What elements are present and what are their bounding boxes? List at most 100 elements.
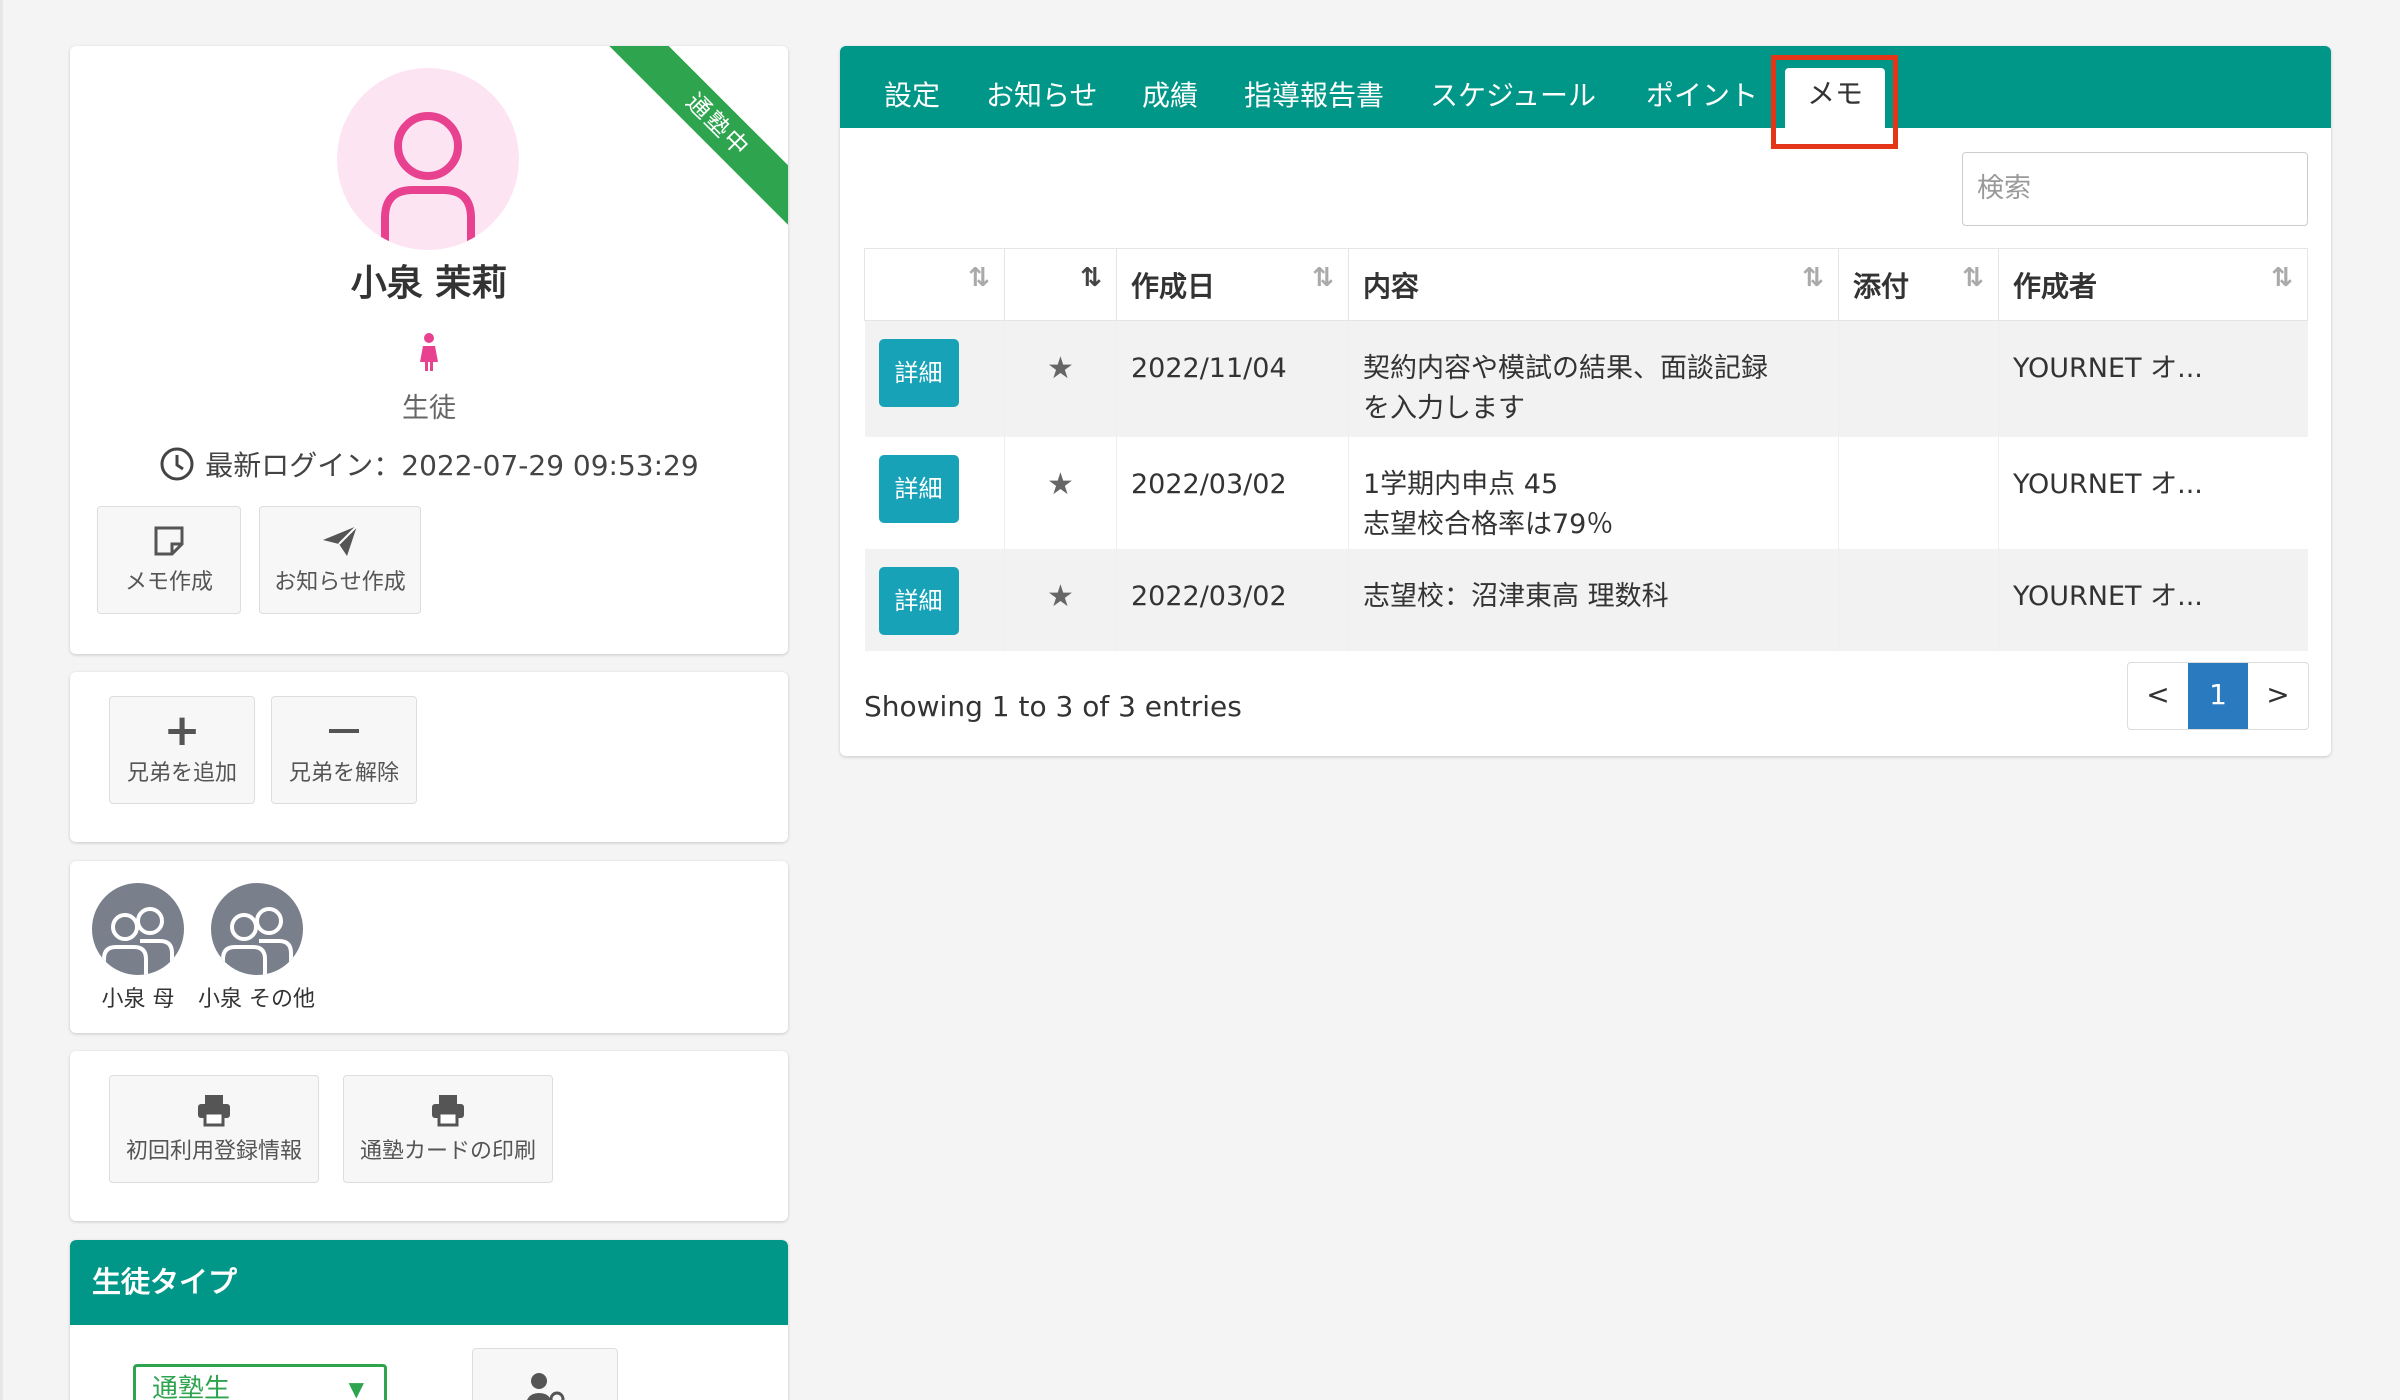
tab-schedule[interactable]: スケジュール	[1430, 76, 1596, 128]
attachment-cell	[1838, 436, 1999, 549]
remove-sibling-label: 兄弟を解除	[288, 761, 399, 786]
pagination: < 1 >	[2127, 662, 2309, 730]
printer-icon	[198, 1095, 230, 1127]
detail-button[interactable]: 詳細	[878, 339, 959, 407]
family-member-name: 小泉 その他	[198, 987, 315, 1012]
create-memo-button[interactable]: メモ作成	[97, 506, 241, 614]
status-ribbon-wrap: 通塾中	[598, 46, 788, 236]
student-name: 小泉 茉莉	[350, 263, 508, 304]
author-cell: YOURNET オ...	[1998, 436, 2308, 549]
prev-page-button[interactable]: <	[2128, 663, 2188, 729]
add-sibling-button[interactable]: + 兄弟を追加	[109, 696, 255, 804]
table-row: 詳細 ★ 2022/11/04 契約内容や模試の結果、面談記録 を入力します YO…	[864, 320, 2308, 437]
column-header-date-label: 作成日	[1131, 269, 1216, 303]
plus-icon: +	[163, 705, 201, 756]
print-card-label: 通塾カードの印刷	[359, 1139, 536, 1164]
note-icon	[154, 526, 184, 556]
female-icon	[417, 332, 441, 376]
avatar	[337, 68, 519, 250]
column-header-author-label: 作成者	[2013, 269, 2098, 303]
tab-notices[interactable]: お知らせ	[986, 76, 1097, 128]
star-cell: ★	[1004, 548, 1117, 651]
content-line: 志望校：沼津東高 理数科	[1363, 580, 1669, 612]
family-avatar	[92, 883, 184, 975]
content-cell: 志望校：沼津東高 理数科	[1348, 548, 1839, 651]
action-cell: 詳細	[864, 320, 1005, 437]
star-icon[interactable]: ★	[1047, 579, 1074, 614]
print-card-button[interactable]: 通塾カードの印刷	[343, 1075, 553, 1183]
paper-plane-icon	[323, 525, 358, 556]
printer-icon	[432, 1095, 464, 1127]
star-cell: ★	[1004, 320, 1117, 437]
column-header-author[interactable]: 作成者 ⇅	[1998, 248, 2308, 321]
sibling-card: + 兄弟を追加 兄弟を解除	[70, 672, 788, 842]
table-header-row: ⇅ ⇅ 作成日 ⇅ 内容 ⇅ 添付 ⇅ 作成者 ⇅	[864, 248, 2308, 321]
people-icon	[102, 907, 174, 975]
attachment-cell	[1838, 320, 1999, 437]
sort-icon: ⇅	[1080, 263, 1102, 293]
print-card: 初回利用登録情報 通塾カードの印刷	[70, 1051, 788, 1221]
content-line: 1学期内申点 45	[1363, 468, 1559, 500]
author-cell: YOURNET オ...	[1998, 320, 2308, 437]
create-notice-button[interactable]: お知らせ作成	[259, 506, 421, 614]
column-header-content[interactable]: 内容 ⇅	[1348, 248, 1839, 321]
create-notice-label: お知らせ作成	[274, 570, 406, 595]
date-cell: 2022/03/02	[1116, 548, 1349, 651]
content-line: 志望校合格率は79％	[1363, 508, 1614, 540]
next-page-button[interactable]: >	[2248, 663, 2308, 729]
student-type-title: 生徒タイプ	[70, 1240, 788, 1325]
status-ribbon: 通塾中	[598, 46, 788, 236]
profile-card: 通塾中 小泉 茉莉 生徒 最新ログイン：2022-07-29 09:53:29 …	[70, 46, 788, 654]
student-role: 生徒	[402, 393, 456, 424]
tab-settings[interactable]: 設定	[884, 76, 940, 128]
column-header-star[interactable]: ⇅	[1004, 248, 1117, 321]
content-cell: 1学期内申点 45 志望校合格率は79％	[1348, 436, 1839, 549]
sort-icon: ⇅	[1802, 263, 1824, 293]
remove-sibling-button[interactable]: 兄弟を解除	[271, 696, 417, 804]
tab-points[interactable]: ポイント	[1646, 76, 1758, 128]
first-registration-label: 初回利用登録情報	[125, 1139, 302, 1164]
student-type-selected: 通塾生	[152, 1374, 231, 1400]
user-avatar-icon	[381, 112, 475, 250]
memo-table: ⇅ ⇅ 作成日 ⇅ 内容 ⇅ 添付 ⇅ 作成者 ⇅ 詳細 ★ 2022/11/04 契約…	[864, 248, 2308, 651]
detail-button[interactable]: 詳細	[878, 454, 959, 523]
sort-icon: ⇅	[1962, 263, 1984, 293]
star-cell: ★	[1004, 436, 1117, 549]
tab-grades[interactable]: 成績	[1142, 76, 1198, 128]
family-member[interactable]: 小泉 母	[92, 883, 184, 1013]
author-cell: YOURNET オ...	[1998, 548, 2308, 651]
sort-icon: ⇅	[1312, 263, 1334, 293]
chevron-down-icon: ▼	[348, 1377, 364, 1400]
detail-button[interactable]: 詳細	[878, 566, 959, 635]
family-member[interactable]: 小泉 その他	[198, 883, 315, 1013]
column-header-action[interactable]: ⇅	[864, 248, 1005, 321]
column-header-attachment-label: 添付	[1853, 269, 1910, 303]
content-line: を入力します	[1363, 393, 1525, 424]
star-icon[interactable]: ★	[1047, 467, 1074, 502]
tab-reports[interactable]: 指導報告書	[1244, 76, 1384, 128]
date-cell: 2022/11/04	[1116, 320, 1349, 437]
last-login-text: 最新ログイン：2022-07-29 09:53:29	[205, 449, 699, 482]
student-type-card: 生徒タイプ 通塾生 ▼	[70, 1240, 788, 1400]
page-1-button[interactable]: 1	[2188, 663, 2248, 729]
column-header-content-label: 内容	[1363, 269, 1420, 303]
column-header-date[interactable]: 作成日 ⇅	[1116, 248, 1349, 321]
window-edge	[0, 0, 3, 1400]
clock-icon	[160, 447, 194, 481]
column-header-attachment[interactable]: 添付 ⇅	[1838, 248, 1999, 321]
attachment-cell	[1838, 548, 1999, 651]
family-member-name: 小泉 母	[101, 987, 175, 1012]
people-icon	[220, 907, 293, 975]
sort-icon: ⇅	[968, 263, 990, 293]
star-icon[interactable]: ★	[1047, 351, 1074, 386]
student-type-select[interactable]: 通塾生 ▼	[133, 1364, 387, 1400]
action-cell: 詳細	[864, 436, 1005, 549]
date-cell: 2022/03/02	[1116, 436, 1349, 549]
add-sibling-label: 兄弟を追加	[126, 761, 237, 786]
table-row: 詳細 ★ 2022/03/02 1学期内申点 45 志望校合格率は79％ YOUR…	[864, 436, 2308, 549]
sort-icon: ⇅	[2271, 263, 2293, 293]
student-type-settings-button[interactable]	[472, 1348, 618, 1400]
search-input[interactable]: 検索	[1962, 152, 2308, 226]
first-registration-button[interactable]: 初回利用登録情報	[109, 1075, 319, 1183]
content-line: 契約内容や模試の結果、面談記録	[1363, 353, 1768, 384]
